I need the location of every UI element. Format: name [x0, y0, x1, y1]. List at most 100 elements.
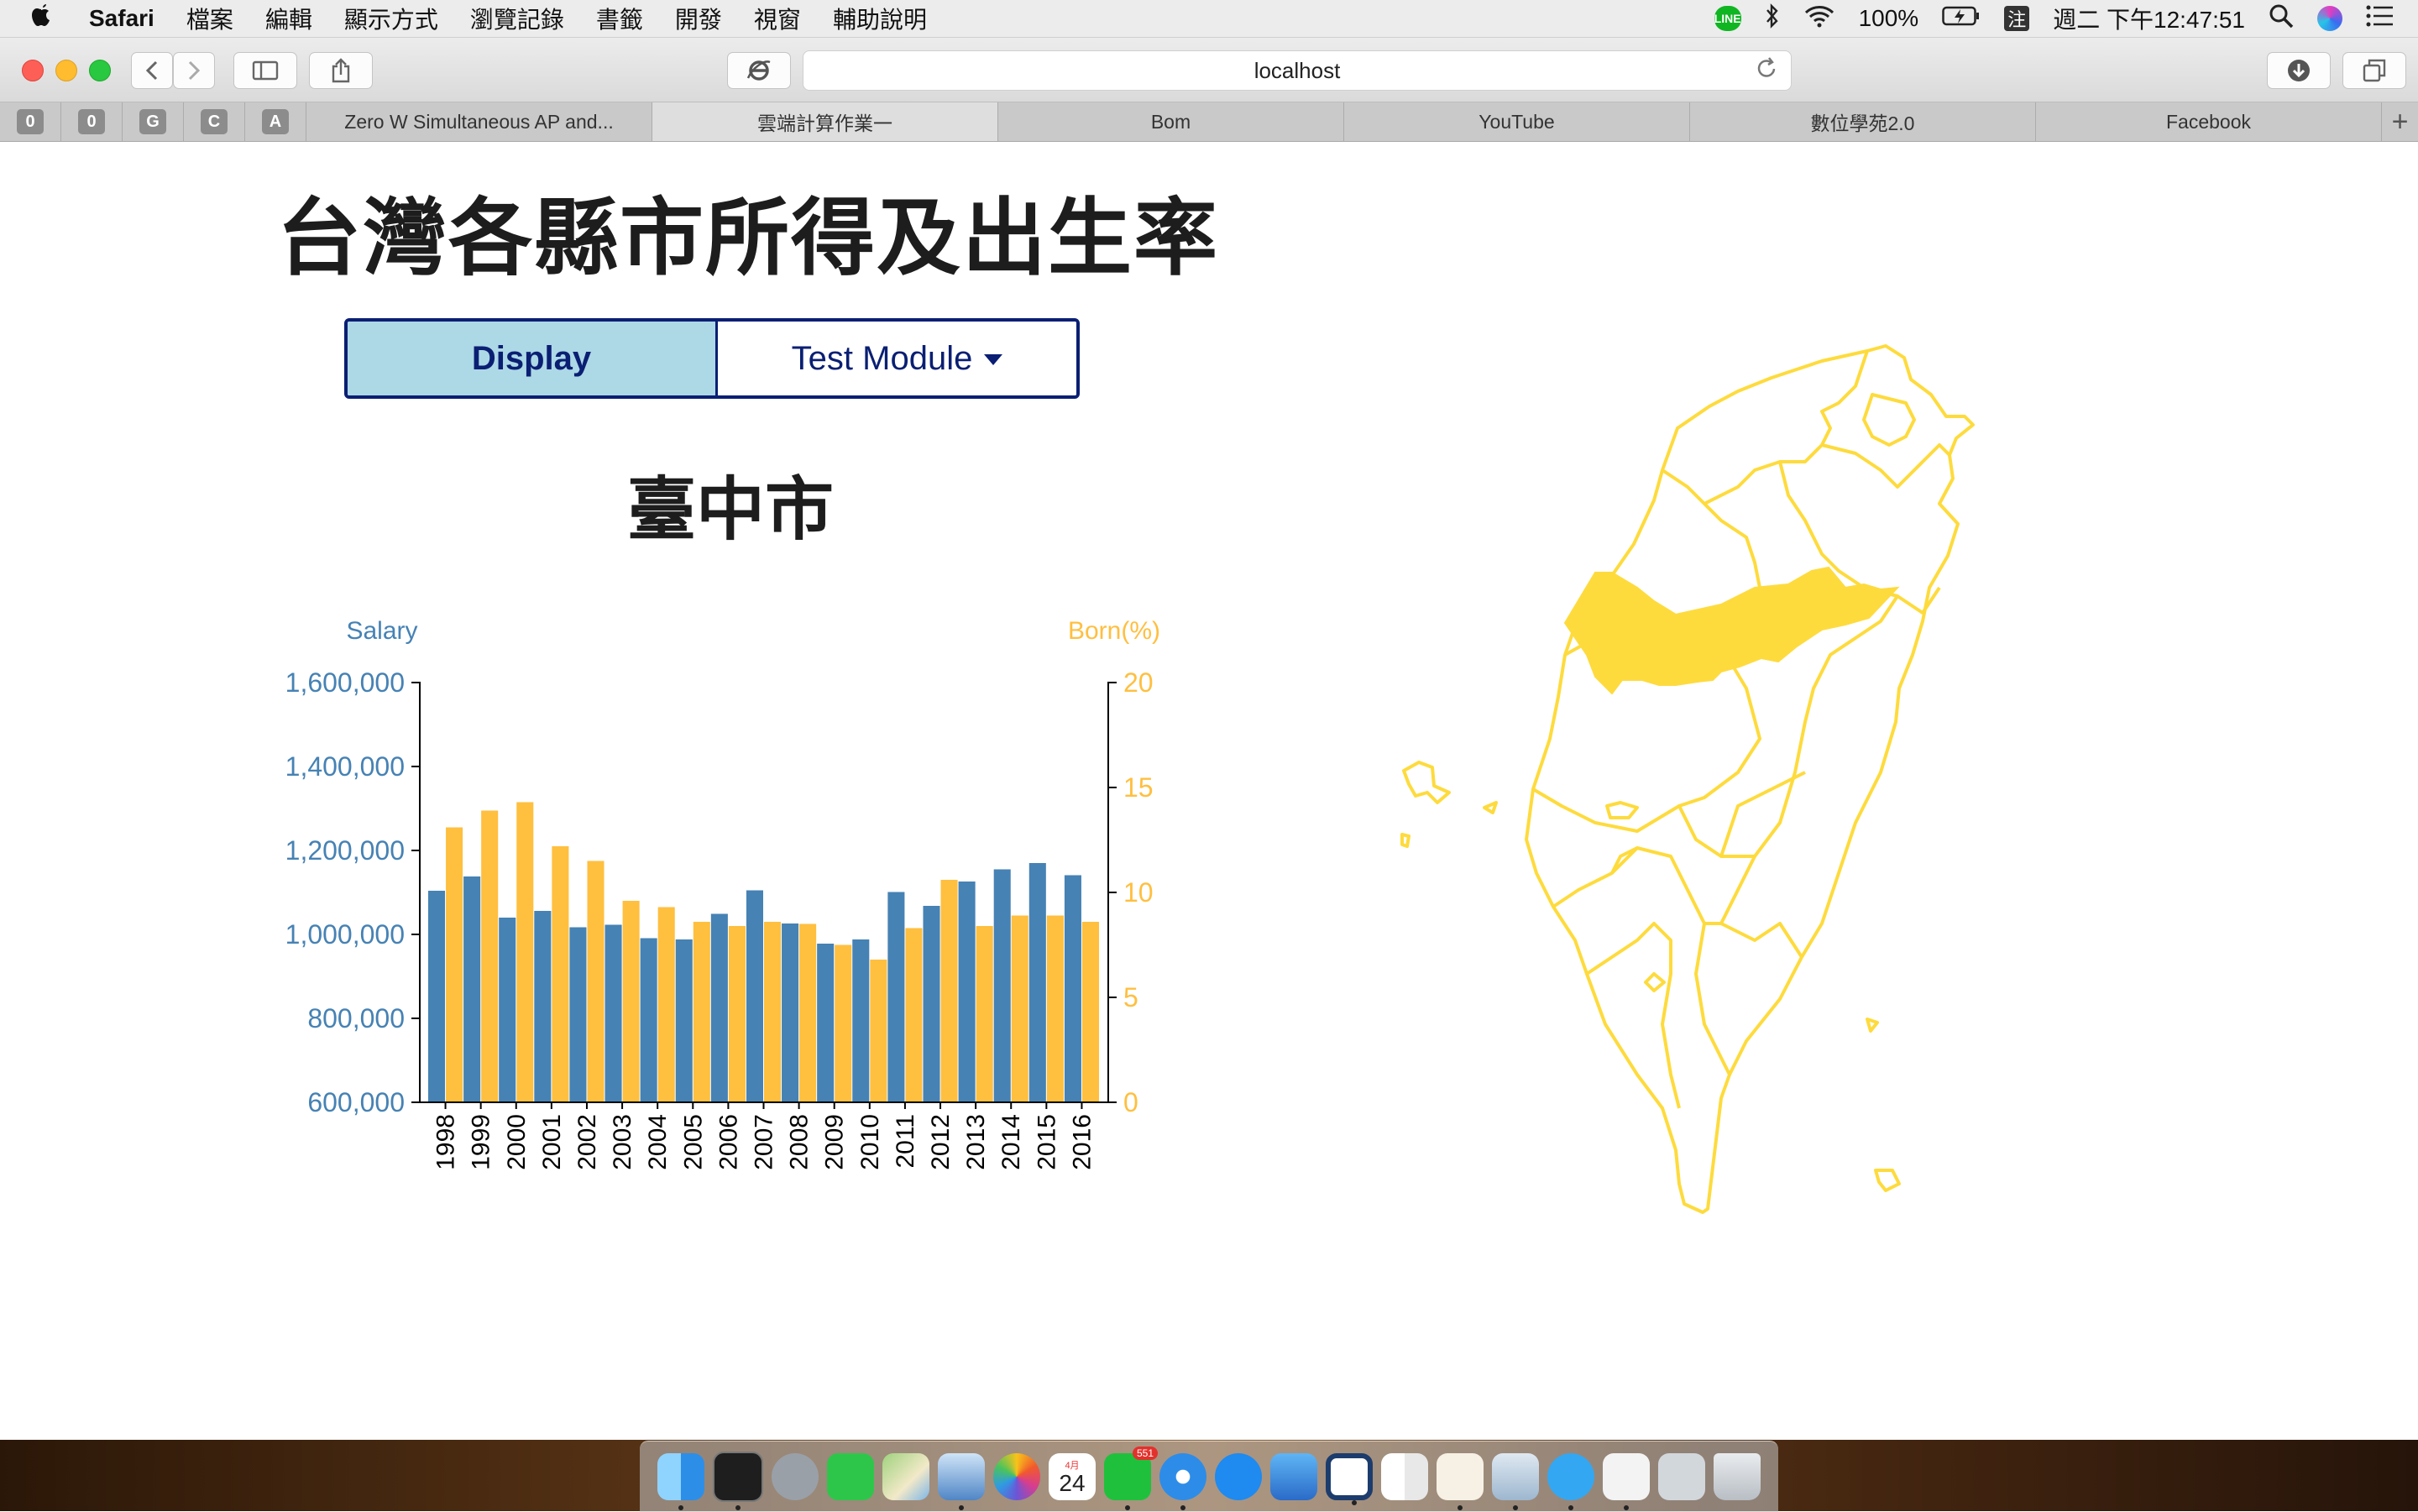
- facetime-icon[interactable]: [827, 1453, 874, 1500]
- maps-icon[interactable]: [882, 1453, 929, 1500]
- map-region-taichung-selected[interactable]: [1563, 566, 1900, 695]
- tab-facebook[interactable]: Facebook: [2036, 102, 2382, 141]
- salary-bar: [604, 924, 622, 1102]
- line-status-icon[interactable]: LINE: [1714, 6, 1741, 31]
- menu-bookmarks[interactable]: 書籤: [596, 2, 643, 35]
- launchpad-icon[interactable]: [772, 1453, 819, 1500]
- pinned-tab[interactable]: G: [123, 102, 184, 141]
- x-tick-label: 2007: [751, 1114, 778, 1170]
- left-y-tick-label: 1,600,000: [285, 667, 405, 698]
- born-rate-bar: [976, 926, 993, 1102]
- app-name-menu[interactable]: Safari: [89, 5, 154, 32]
- xcode-icon[interactable]: [1270, 1453, 1317, 1500]
- show-all-tabs-button[interactable]: [2342, 52, 2406, 89]
- preview-icon[interactable]: [938, 1453, 985, 1510]
- born-rate-bar: [622, 901, 640, 1102]
- x-tick-label: 2013: [962, 1114, 990, 1170]
- tab-zero-w[interactable]: Zero W Simultaneous AP and...: [306, 102, 652, 141]
- zoom-window-button[interactable]: [89, 60, 111, 81]
- reload-icon[interactable]: [1756, 56, 1777, 86]
- share-button[interactable]: [309, 52, 373, 89]
- clock[interactable]: 週二 下午12:47:51: [2053, 2, 2245, 35]
- wifi-icon[interactable]: [1803, 4, 1835, 34]
- forward-button[interactable]: [173, 52, 215, 89]
- pages-icon[interactable]: [1437, 1453, 1484, 1510]
- right-y-tick-label: 20: [1123, 667, 1154, 698]
- pinned-tab[interactable]: C: [184, 102, 245, 141]
- textedit-icon[interactable]: [1603, 1453, 1650, 1510]
- spotlight-search-icon[interactable]: [2269, 3, 2294, 34]
- sourcetree-icon[interactable]: [1326, 1453, 1373, 1505]
- taiwan-map[interactable]: [1385, 336, 2023, 1243]
- input-method-icon[interactable]: 注: [2004, 6, 2030, 31]
- address-bar[interactable]: localhost: [803, 50, 1792, 91]
- mode-button-group: Display Test Module: [344, 318, 1080, 399]
- calendar-icon[interactable]: 4月 24: [1049, 1453, 1096, 1500]
- battery-icon[interactable]: [1942, 5, 1981, 32]
- numbers-icon[interactable]: [1381, 1453, 1428, 1500]
- tab-youtube[interactable]: YouTube: [1344, 102, 1690, 141]
- new-tab-button[interactable]: +: [2382, 102, 2418, 141]
- salary-bar: [640, 938, 657, 1102]
- photos-icon[interactable]: [993, 1453, 1040, 1500]
- menu-develop[interactable]: 開發: [675, 2, 722, 35]
- salary-bar: [534, 911, 552, 1102]
- salary-bar: [993, 869, 1011, 1102]
- safari-icon[interactable]: [1159, 1453, 1206, 1510]
- pinned-tab-icon: G: [139, 109, 166, 134]
- chevron-left-icon: [145, 60, 158, 81]
- green-island: [1866, 1018, 1879, 1033]
- display-button[interactable]: Display: [348, 322, 718, 395]
- menu-help[interactable]: 輔助說明: [833, 2, 927, 35]
- line-unread-badge: 551: [1132, 1447, 1158, 1460]
- penghu-island: [1402, 761, 1451, 804]
- left-y-tick-label: 1,200,000: [285, 835, 405, 866]
- right-y-tick-label: 5: [1123, 982, 1138, 1012]
- apple-menu-icon[interactable]: [30, 3, 57, 34]
- orchid-island: [1874, 1169, 1901, 1192]
- sidebar-toggle-button[interactable]: [233, 52, 297, 89]
- menu-edit[interactable]: 編輯: [265, 2, 312, 35]
- born-rate-bar: [1081, 922, 1099, 1102]
- url-text: localhost: [1253, 57, 1341, 83]
- siri-icon[interactable]: [2317, 6, 2342, 31]
- left-axis-label: Salary: [346, 617, 417, 645]
- county-boundary: [1661, 468, 1773, 604]
- keynote-icon[interactable]: [1492, 1453, 1539, 1510]
- finder-icon[interactable]: [657, 1453, 704, 1510]
- test-module-dropdown[interactable]: Test Module: [718, 322, 1076, 395]
- pinned-tab[interactable]: A: [245, 102, 306, 141]
- salary-bar: [1064, 875, 1081, 1102]
- messages-icon[interactable]: [1547, 1453, 1594, 1510]
- test-module-label: Test Module: [791, 339, 973, 377]
- downloads-button[interactable]: [2267, 52, 2331, 89]
- menu-view[interactable]: 顯示方式: [344, 2, 438, 35]
- left-y-tick-label: 1,400,000: [285, 751, 405, 782]
- salary-bar: [710, 913, 728, 1102]
- downloads-icon[interactable]: [1658, 1453, 1705, 1500]
- tab-digital-learning[interactable]: 數位學苑2.0: [1690, 102, 2036, 141]
- salary-born-chart: 1998 1999 2000 2001 2002 2003 2004 2005 2006 2007…: [285, 617, 1160, 1170]
- bluetooth-icon[interactable]: [1765, 3, 1780, 34]
- born-rate-bar: [657, 907, 675, 1102]
- trash-icon[interactable]: [1714, 1453, 1761, 1500]
- menu-history[interactable]: 瀏覽記錄: [470, 2, 564, 35]
- county-boundary: [1862, 393, 1916, 447]
- ie-tab-extension-button[interactable]: [727, 52, 791, 89]
- notification-center-icon[interactable]: [2366, 5, 2393, 33]
- minimize-window-button[interactable]: [55, 60, 77, 81]
- back-button[interactable]: [131, 52, 173, 89]
- born-rate-bar: [481, 810, 499, 1102]
- close-window-button[interactable]: [22, 60, 44, 81]
- menu-window[interactable]: 視窗: [754, 2, 801, 35]
- tab-homework[interactable]: 雲端計算作業一: [652, 102, 998, 141]
- pinned-tab[interactable]: 0: [0, 102, 61, 141]
- app-store-icon[interactable]: [1215, 1453, 1262, 1500]
- pinned-tab[interactable]: 0: [61, 102, 123, 141]
- terminal-icon[interactable]: [713, 1452, 763, 1510]
- tab-bom[interactable]: Bom: [998, 102, 1344, 141]
- download-icon: [2288, 60, 2310, 81]
- line-icon[interactable]: 551: [1104, 1447, 1158, 1510]
- menu-file[interactable]: 檔案: [186, 2, 233, 35]
- born-rate-bar: [799, 923, 817, 1102]
